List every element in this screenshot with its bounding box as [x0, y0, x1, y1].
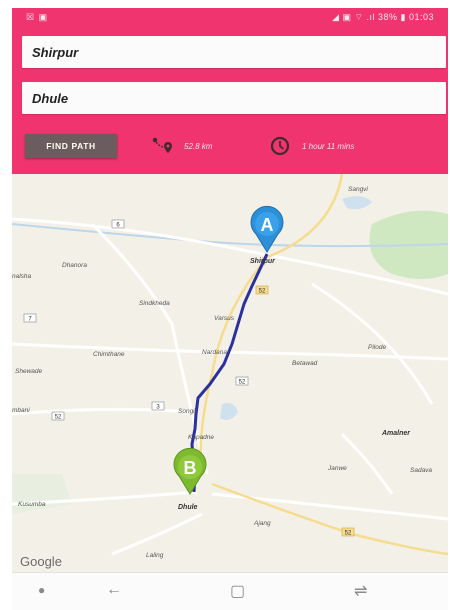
highway-shield: 3	[151, 401, 165, 411]
duration-text: 1 hour 11 mins	[302, 141, 355, 151]
place-laling: Laling	[146, 552, 164, 559]
place-betawad: Betawad	[292, 360, 318, 367]
highway-shield: 6	[111, 219, 125, 229]
route-pin-icon	[152, 137, 172, 153]
clock-icon	[270, 136, 290, 156]
place-chimthane: Chimthane	[93, 351, 125, 358]
map-attribution: Google	[20, 554, 62, 569]
destination-input[interactable]	[22, 82, 446, 114]
highway-shield: 52	[255, 285, 269, 295]
route-map[interactable]: Sangvi Shirpur Dhanora nalsha Sindkheda …	[12, 174, 448, 572]
recent-apps-icon[interactable]: ●	[38, 583, 45, 597]
place-sangvi: Sangvi	[348, 186, 368, 193]
place-nalsha: nalsha	[12, 273, 32, 280]
place-amalner: Amalner	[381, 430, 411, 437]
highway-shield: 7	[23, 313, 37, 323]
android-nav-bar: ● ← ▢ ⇌	[12, 572, 448, 610]
origin-field[interactable]	[22, 36, 446, 68]
place-kapadne: Kapadne	[188, 434, 214, 441]
marker-b-label: B	[184, 458, 197, 478]
header-panel: ☒ ▣ ◢ ▣ ⌔ .ıl 38% ▮ 01:03 FIND PATH 52.8…	[12, 8, 448, 174]
place-dhanora: Dhanora	[62, 262, 87, 269]
place-pilode: Pilode	[368, 344, 386, 351]
place-shewade: Shewade	[15, 368, 42, 375]
destination-field[interactable]	[22, 82, 446, 114]
marker-b[interactable]: B	[173, 447, 207, 495]
highway-shield: 52	[341, 527, 355, 537]
back-icon[interactable]: ←	[106, 581, 122, 599]
marker-a-label: A	[261, 215, 274, 235]
place-ajang: Ajang	[253, 520, 271, 527]
svg-text:52: 52	[345, 531, 352, 537]
status-right-info: ◢ ▣ ⌔ .ıl 38% ▮ 01:03	[332, 12, 434, 22]
svg-text:52: 52	[239, 380, 246, 386]
find-path-button[interactable]: FIND PATH	[25, 134, 117, 158]
status-left-icons: ☒ ▣	[26, 12, 49, 22]
place-songir: Songir	[178, 408, 198, 415]
field-sw	[12, 474, 72, 514]
map-canvas[interactable]: Sangvi Shirpur Dhanora nalsha Sindkheda …	[12, 174, 448, 572]
place-janwe: Janwe	[327, 465, 347, 472]
highway-shield: 52	[51, 411, 65, 421]
place-kusumba: Kusumba	[18, 501, 46, 508]
app-screen: ☒ ▣ ◢ ▣ ⌔ .ıl 38% ▮ 01:03 FIND PATH 52.8…	[12, 8, 448, 610]
place-ambani: mbani	[12, 407, 30, 414]
svg-text:52: 52	[55, 415, 62, 421]
place-nardana: Nardana	[202, 349, 227, 356]
place-sindkheda: Sindkheda	[139, 300, 170, 307]
distance-text: 52.8 km	[184, 141, 213, 151]
lake-ne	[342, 196, 372, 210]
distance-info: 52.8 km	[150, 136, 212, 156]
place-sadava: Sadava	[410, 467, 432, 474]
origin-input[interactable]	[22, 36, 446, 68]
place-dhule: Dhule	[178, 504, 198, 511]
place-varsus: Varsus	[214, 315, 235, 322]
status-bar: ☒ ▣ ◢ ▣ ⌔ .ıl 38% ▮ 01:03	[12, 8, 448, 26]
switch-icon[interactable]: ⇌	[354, 581, 367, 601]
duration-info: 1 hour 11 mins	[268, 136, 354, 156]
lake-songir	[220, 403, 238, 420]
highway-shield: 52	[235, 376, 249, 386]
svg-text:52: 52	[259, 289, 266, 295]
home-icon[interactable]: ▢	[230, 581, 245, 601]
place-shirpur: Shirpur	[250, 258, 276, 265]
road-network	[12, 217, 448, 556]
